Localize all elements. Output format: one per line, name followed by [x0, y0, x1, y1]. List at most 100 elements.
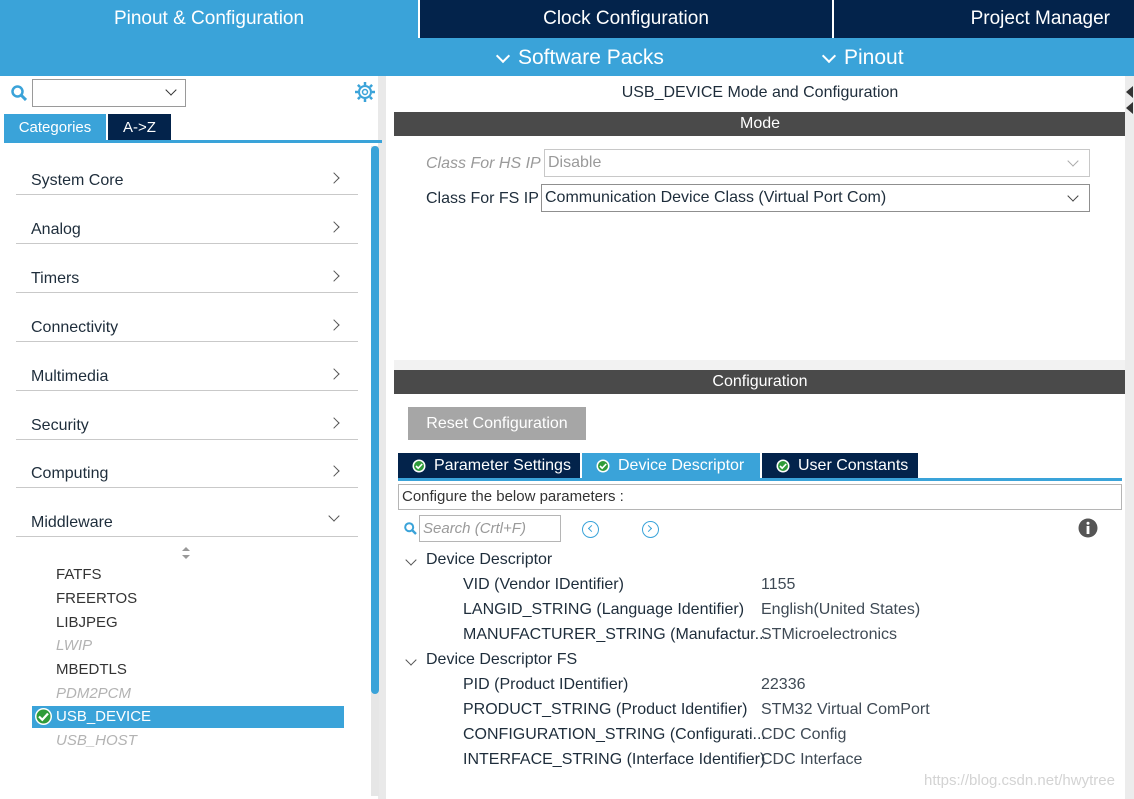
category-label: Multimedia: [31, 368, 109, 385]
chevron-right-icon: [328, 270, 340, 282]
tab-clock-configuration[interactable]: Clock Configuration: [420, 0, 832, 38]
category-analog[interactable]: Analog: [16, 195, 358, 244]
category-middleware[interactable]: Middleware: [16, 488, 358, 537]
search-previous-button[interactable]: [582, 521, 599, 538]
param-name[interactable]: INTERFACE_STRING (Interface Identifier): [463, 751, 765, 769]
scrollbar-thumb[interactable]: [371, 146, 379, 694]
tab-device-descriptor[interactable]: Device Descriptor: [582, 453, 760, 479]
chevron-down-icon: [328, 510, 340, 522]
gear-icon[interactable]: [354, 81, 376, 103]
param-name[interactable]: PRODUCT_STRING (Product Identifier): [463, 701, 748, 719]
pinout-label: Pinout: [844, 46, 904, 69]
collapse-arrow-icon[interactable]: [1126, 86, 1133, 98]
category-timers[interactable]: Timers: [16, 244, 358, 293]
category-system-core[interactable]: System Core: [16, 146, 358, 195]
configuration-area: Configuration Reset Configuration Parame…: [394, 370, 1126, 799]
middleware-item-lwip[interactable]: LWIP: [56, 635, 92, 657]
mode-section-header: Mode: [394, 112, 1126, 136]
category-multimedia[interactable]: Multimedia: [16, 342, 358, 391]
category-label: Connectivity: [31, 319, 119, 336]
chevron-right-icon: [328, 221, 340, 233]
fs-class-label: Class For FS IP: [426, 190, 539, 207]
chevron-right-icon: [328, 465, 340, 477]
check-circle-icon: [35, 708, 52, 725]
category-label: Security: [31, 417, 89, 434]
tab-a-z[interactable]: A->Z: [108, 114, 171, 141]
watermark: https://blog.csdn.net/hwytree: [924, 772, 1115, 789]
param-value[interactable]: English(United States): [761, 601, 920, 619]
middleware-item-usb-device[interactable]: USB_DEVICE: [32, 706, 344, 728]
configuration-section-header: Configuration: [394, 370, 1126, 394]
chevron-left-icon: [587, 524, 596, 533]
info-icon[interactable]: [1078, 518, 1098, 538]
chevron-down-icon: [165, 84, 177, 96]
fs-class-select[interactable]: Communication Device Class (Virtual Port…: [541, 184, 1090, 212]
stm32cubemx-window: Pinout & Configuration Clock Configurati…: [0, 0, 1134, 799]
middleware-item-usb-host[interactable]: USB_HOST: [56, 730, 137, 752]
middleware-item-mbedtls[interactable]: MBEDTLS: [56, 659, 127, 681]
param-name[interactable]: MANUFACTURER_STRING (Manufactur...: [463, 626, 768, 644]
chevron-right-icon: [328, 368, 340, 380]
search-combo[interactable]: [32, 79, 186, 107]
param-name[interactable]: VID (Vendor IDentifier): [463, 576, 624, 594]
param-name[interactable]: CONFIGURATION_STRING (Configurati...: [463, 726, 766, 744]
search-next-button[interactable]: [642, 521, 659, 538]
category-computing[interactable]: Computing: [16, 439, 358, 488]
tab-user-constants[interactable]: User Constants: [762, 453, 918, 479]
tab-parameter-settings[interactable]: Parameter Settings: [398, 453, 580, 479]
chevron-down-icon[interactable]: [405, 554, 417, 566]
category-label: Middleware: [31, 514, 113, 531]
panel-title: USB_DEVICE Mode and Configuration: [621, 84, 899, 101]
middleware-item-label: USB_DEVICE: [56, 708, 152, 725]
parameter-search-input[interactable]: Search (Crtl+F): [419, 515, 561, 542]
hs-class-label: Class For HS IP: [426, 155, 541, 172]
software-packs-menu[interactable]: Software Packs: [495, 40, 664, 76]
param-name[interactable]: LANGID_STRING (Language Identifier): [463, 601, 744, 619]
group-device-descriptor-fs[interactable]: Device Descriptor FS: [426, 651, 577, 669]
param-value[interactable]: STM32 Virtual ComPort: [761, 701, 930, 719]
collapse-arrow-icon[interactable]: [1126, 102, 1133, 114]
middleware-item-freertos[interactable]: FREERTOS: [56, 588, 137, 610]
category-connectivity[interactable]: Connectivity: [16, 293, 358, 342]
chevron-right-icon: [328, 319, 340, 331]
tab-underline: [4, 140, 382, 143]
param-value[interactable]: CDC Interface: [761, 751, 862, 769]
param-value[interactable]: STMicroelectronics: [761, 626, 897, 644]
tab-label: Device Descriptor: [618, 457, 745, 474]
category-security[interactable]: Security: [16, 391, 358, 440]
tab-project-manager[interactable]: Project Manager: [834, 0, 1134, 38]
middleware-item-pdm2pcm[interactable]: PDM2PCM: [56, 683, 131, 705]
right-edge-strip: [1125, 76, 1134, 799]
chevron-down-icon: [1067, 155, 1079, 167]
tab-pinout-configuration[interactable]: Pinout & Configuration: [0, 0, 418, 38]
categories-scrollbar[interactable]: [371, 146, 379, 796]
category-list: System Core Analog Timers Connectivity M…: [0, 146, 370, 796]
middleware-item-fatfs[interactable]: FATFS: [56, 564, 102, 586]
pinout-menu[interactable]: Pinout: [821, 40, 904, 76]
chevron-right-icon: [644, 524, 653, 533]
reset-configuration-button[interactable]: Reset Configuration: [408, 407, 586, 440]
category-label: Computing: [31, 465, 109, 482]
tab-categories[interactable]: Categories: [4, 114, 106, 141]
category-label: Analog: [31, 221, 81, 238]
param-value[interactable]: 22336: [761, 676, 806, 694]
hs-class-select[interactable]: Disable: [544, 149, 1090, 177]
tab-underline: [398, 478, 1122, 481]
middleware-item-libjpeg[interactable]: LIBJPEG: [56, 612, 118, 634]
param-name[interactable]: PID (Product IDentifier): [463, 676, 628, 694]
group-device-descriptor[interactable]: Device Descriptor: [426, 551, 552, 569]
category-label: System Core: [31, 172, 124, 189]
software-packs-label: Software Packs: [518, 46, 664, 69]
configure-hint: Configure the below parameters :: [398, 484, 1122, 510]
top-navigation: Pinout & Configuration Clock Configurati…: [0, 0, 1134, 76]
mode-area: USB_DEVICE Mode and Configuration Mode C…: [394, 76, 1126, 360]
ip-configuration-panel: USB_DEVICE Mode and Configuration Mode C…: [394, 76, 1134, 799]
chevron-down-icon: [1067, 190, 1079, 202]
check-circle-icon: [776, 459, 790, 473]
param-value[interactable]: 1155: [761, 576, 795, 594]
chevron-down-icon: [821, 48, 837, 64]
chevron-down-icon[interactable]: [405, 654, 417, 666]
param-value[interactable]: CDC Config: [761, 726, 846, 744]
sort-icon[interactable]: [180, 546, 192, 560]
chevron-right-icon: [328, 417, 340, 429]
